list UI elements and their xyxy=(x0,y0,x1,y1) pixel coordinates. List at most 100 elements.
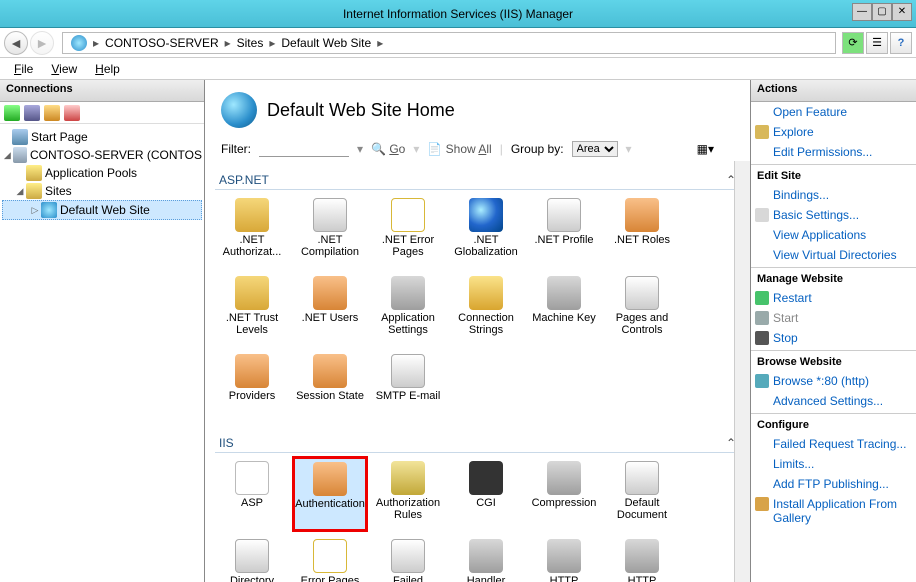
collapse-icon[interactable]: ◢ xyxy=(14,186,26,197)
action-icon xyxy=(755,291,769,305)
feature-net-authorizat[interactable]: .NET Authorizat... xyxy=(215,194,289,268)
feature-label: Authorization Rules xyxy=(373,497,443,521)
maximize-button[interactable]: ▢ xyxy=(872,3,892,21)
feature-failed-request-tra[interactable]: Failed Request Tra... xyxy=(371,535,445,582)
filter-input[interactable] xyxy=(259,140,349,157)
section-header[interactable]: ASP.NET⌃ xyxy=(215,167,740,190)
action-label: Edit Permissions... xyxy=(773,145,872,159)
close-button[interactable]: ✕ xyxy=(892,3,912,21)
breadcrumb-site[interactable]: Default Web Site xyxy=(277,36,375,50)
feature-icon xyxy=(391,354,425,388)
crumb-overflow-button[interactable]: ☰ xyxy=(866,32,888,54)
icon-grid: .NET Authorizat....NET Compilation.NET E… xyxy=(215,194,740,424)
action-failed-request-tracing[interactable]: Failed Request Tracing... xyxy=(751,434,916,454)
breadcrumb-sites[interactable]: Sites xyxy=(233,36,268,50)
expand-icon[interactable]: ▷ xyxy=(29,205,41,216)
scrollbar[interactable] xyxy=(734,161,750,582)
feature-icon xyxy=(469,198,503,232)
action-open-feature[interactable]: Open Feature xyxy=(751,102,916,122)
tree-sites[interactable]: ◢ Sites xyxy=(2,182,202,200)
open-icon[interactable] xyxy=(44,105,60,121)
feature-default-document[interactable]: Default Document xyxy=(605,457,679,531)
menu-file[interactable]: File xyxy=(6,60,41,78)
chevron-right-icon[interactable]: ▸ xyxy=(377,36,383,50)
action-stop[interactable]: Stop xyxy=(751,328,916,348)
feature-authorization-rules[interactable]: Authorization Rules xyxy=(371,457,445,531)
feature-authentication[interactable]: Authentication xyxy=(293,457,367,531)
collapse-icon[interactable]: ◢ xyxy=(2,150,13,161)
feature-connection-strings[interactable]: Connection Strings xyxy=(449,272,523,346)
breadcrumb-server[interactable]: CONTOSO-SERVER xyxy=(101,36,223,50)
menu-view[interactable]: View xyxy=(43,60,85,78)
feature-icon xyxy=(469,539,503,573)
connections-toolbar xyxy=(0,102,204,124)
feature-icon xyxy=(469,276,503,310)
action-install-application-from-gallery[interactable]: Install Application From Gallery xyxy=(751,494,916,528)
action-browse-80-http[interactable]: Browse *:80 (http) xyxy=(751,371,916,391)
show-all-button[interactable]: 📄 Show All xyxy=(427,142,491,156)
feature-smtp-e-mail[interactable]: SMTP E-mail xyxy=(371,350,445,424)
action-bindings[interactable]: Bindings... xyxy=(751,185,916,205)
feature-net-globalization[interactable]: .NET Globalization xyxy=(449,194,523,268)
help-button[interactable]: ? xyxy=(890,32,912,54)
feature-net-error-pages[interactable]: .NET Error Pages xyxy=(371,194,445,268)
tree-default-web-site[interactable]: ▷ Default Web Site xyxy=(2,200,202,220)
action-limits[interactable]: Limits... xyxy=(751,454,916,474)
feature-label: .NET Users xyxy=(302,312,359,324)
chevron-right-icon[interactable]: ▸ xyxy=(225,36,231,50)
feature-net-roles[interactable]: .NET Roles xyxy=(605,194,679,268)
feature-net-trust-levels[interactable]: .NET Trust Levels xyxy=(215,272,289,346)
feature-handler-mappings[interactable]: Handler Mappings xyxy=(449,535,523,582)
action-view-virtual-directories[interactable]: View Virtual Directories xyxy=(751,245,916,265)
feature-providers[interactable]: Providers xyxy=(215,350,289,424)
action-subheader: Browse Website xyxy=(751,350,916,371)
feature-pages-and-controls[interactable]: Pages and Controls xyxy=(605,272,679,346)
feature-net-profile[interactable]: .NET Profile xyxy=(527,194,601,268)
window-controls: — ▢ ✕ xyxy=(852,3,912,21)
feature-cgi[interactable]: CGI xyxy=(449,457,523,531)
chevron-right-icon[interactable]: ▸ xyxy=(269,36,275,50)
group-by-select[interactable]: Area xyxy=(572,141,618,157)
minimize-button[interactable]: — xyxy=(852,3,872,21)
tree-app-pools[interactable]: Application Pools xyxy=(2,164,202,182)
section-header[interactable]: IIS⌃ xyxy=(215,430,740,453)
tree-server[interactable]: ◢ CONTOSO-SERVER (CONTOS xyxy=(2,146,202,164)
feature-asp[interactable]: ASP xyxy=(215,457,289,531)
feature-compression[interactable]: Compression xyxy=(527,457,601,531)
go-button[interactable]: 🔍 Go xyxy=(371,142,405,156)
action-label: Start xyxy=(773,311,798,325)
action-icon xyxy=(755,125,769,139)
feature-icon xyxy=(391,198,425,232)
action-edit-permissions[interactable]: Edit Permissions... xyxy=(751,142,916,162)
feature-error-pages[interactable]: Error Pages xyxy=(293,535,367,582)
action-subheader: Manage Website xyxy=(751,267,916,288)
chevron-right-icon[interactable]: ▸ xyxy=(93,36,99,50)
feature-http-respon[interactable]: HTTP Respon... xyxy=(605,535,679,582)
action-view-applications[interactable]: View Applications xyxy=(751,225,916,245)
action-basic-settings[interactable]: Basic Settings... xyxy=(751,205,916,225)
feature-http-redirect[interactable]: HTTP Redirect xyxy=(527,535,601,582)
home-icon[interactable] xyxy=(67,35,91,51)
action-icon xyxy=(755,374,769,388)
action-add-ftp-publishing[interactable]: Add FTP Publishing... xyxy=(751,474,916,494)
feature-net-compilation[interactable]: .NET Compilation xyxy=(293,194,367,268)
action-explore[interactable]: Explore xyxy=(751,122,916,142)
action-advanced-settings[interactable]: Advanced Settings... xyxy=(751,391,916,411)
breadcrumb[interactable]: ▸ CONTOSO-SERVER ▸ Sites ▸ Default Web S… xyxy=(62,32,836,54)
back-button[interactable]: ◄ xyxy=(4,31,28,55)
feature-label: ASP xyxy=(241,497,263,509)
feature-net-users[interactable]: .NET Users xyxy=(293,272,367,346)
save-icon[interactable] xyxy=(24,105,40,121)
action-restart[interactable]: Restart xyxy=(751,288,916,308)
refresh-icon[interactable] xyxy=(64,105,80,121)
view-toggle[interactable]: ▦▾ xyxy=(697,142,714,156)
feature-directory-browsing[interactable]: Directory Browsing xyxy=(215,535,289,582)
tree-start-page[interactable]: Start Page xyxy=(2,128,202,146)
connect-icon[interactable] xyxy=(4,105,20,121)
menu-help[interactable]: Help xyxy=(87,60,128,78)
feature-machine-key[interactable]: Machine Key xyxy=(527,272,601,346)
feature-session-state[interactable]: Session State xyxy=(293,350,367,424)
feature-application-settings[interactable]: Application Settings xyxy=(371,272,445,346)
refresh-button[interactable]: ⟳ xyxy=(842,32,864,54)
feature-label: Handler Mappings xyxy=(451,575,521,582)
